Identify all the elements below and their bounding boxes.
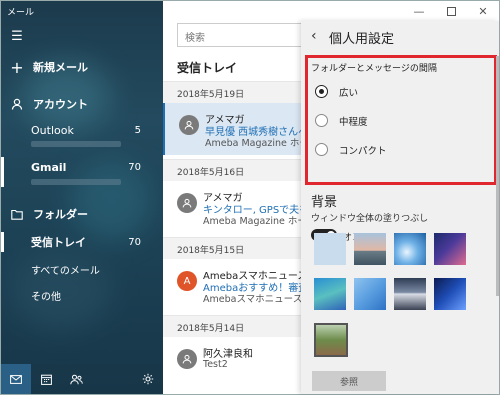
calendar-icon[interactable]	[31, 364, 61, 394]
radio-circle	[315, 114, 328, 127]
account-gmail[interactable]: Gmail 70	[1, 156, 163, 178]
message-item[interactable]: A Amebaスマホニュース Amebaおすすめ！審査済 Amebaスマホニュー…	[163, 259, 309, 311]
search-placeholder: 検索	[185, 33, 205, 44]
account-count: 70	[128, 161, 141, 173]
account-name: Gmail	[31, 160, 67, 174]
message-preview: Ameba Magazine ホームで	[205, 138, 309, 149]
date-header: 2018年5月15日	[163, 237, 309, 259]
background-thumbnail[interactable]	[394, 233, 426, 265]
folders-header[interactable]: フォルダー	[1, 203, 163, 225]
message-list: 検索 受信トレイ 2018年5月19日 アメマガ 早見優 西城秀樹さんへの Am…	[163, 1, 309, 394]
folder-title: 受信トレイ	[177, 61, 238, 75]
personalization-pane: ‹ 個人用設定 フォルダーとメッセージの間隔 広い 中程度 コンパクト 背景 ウ…	[301, 21, 499, 394]
date-header: 2018年5月19日	[163, 81, 309, 103]
folders-label: フォルダー	[33, 208, 88, 221]
accounts-header[interactable]: アカウント	[1, 93, 163, 115]
pane-title: 個人用設定	[329, 32, 395, 47]
plus-icon: +	[10, 57, 24, 77]
search-input[interactable]: 検索	[177, 23, 309, 47]
scrollbar-thumb[interactable]	[496, 56, 499, 296]
background-thumbnail-selected[interactable]	[314, 323, 348, 357]
avatar	[177, 349, 197, 369]
date-header: 2018年5月14日	[163, 315, 309, 337]
account-email-redacted	[31, 141, 121, 147]
folder-name: すべてのメール	[31, 265, 100, 277]
radio-label: コンパクト	[339, 146, 387, 157]
radio-compact[interactable]: コンパクト	[315, 141, 485, 159]
avatar	[179, 115, 199, 135]
folder-inbox[interactable]: 受信トレイ 70	[1, 231, 163, 253]
new-mail-label: 新規メール	[33, 61, 88, 74]
density-title: フォルダーとメッセージの間隔	[311, 64, 437, 74]
background-thumbnail[interactable]	[354, 233, 386, 265]
settings-icon[interactable]	[133, 364, 163, 394]
close-icon[interactable]: ✕	[467, 1, 499, 21]
background-thumbnail[interactable]	[354, 278, 386, 310]
sidebar-bottom-bar	[1, 364, 163, 394]
back-arrow-icon[interactable]: ‹	[311, 28, 317, 44]
menu-button[interactable]: ☰	[1, 25, 163, 47]
background-thumbnail[interactable]	[434, 233, 466, 265]
account-outlook[interactable]: Outlook 5	[1, 119, 163, 141]
minimize-icon[interactable]: —	[403, 1, 435, 21]
background-thumbnail[interactable]	[314, 233, 346, 265]
radio-label: 中程度	[339, 117, 368, 128]
radio-spacious[interactable]: 広い	[315, 83, 485, 101]
title-bar: — ✕	[1, 1, 499, 21]
background-thumbnail[interactable]	[314, 278, 346, 310]
person-icon	[1, 98, 33, 110]
account-count: 5	[134, 124, 141, 136]
message-item[interactable]: アメマガ キンタロー, GPSで夫を検索 Ameba Magazine ホームで	[163, 181, 309, 233]
radio-circle	[315, 143, 328, 156]
account-email-redacted	[31, 179, 121, 185]
background-title: 背景	[311, 195, 338, 210]
radio-label: 広い	[339, 88, 359, 99]
people-icon[interactable]	[61, 364, 91, 394]
account-name: Outlook	[31, 123, 74, 137]
mail-window: メール ☰ + 新規メール アカウント Outlook 5 Gmail 70 フ…	[0, 0, 500, 395]
radio-circle	[315, 85, 328, 98]
message-preview: Amebaスマホニュース すま	[203, 294, 309, 305]
folder-name: 受信トレイ	[31, 236, 86, 249]
folder-icon	[1, 209, 33, 220]
folder-name: その他	[31, 291, 61, 303]
message-preview: Test2	[203, 359, 228, 370]
message-item[interactable]: アメマガ 早見優 西城秀樹さんへの Ameba Magazine ホームで	[163, 103, 309, 155]
date-header: 2018年5月16日	[163, 159, 309, 181]
new-mail-button[interactable]: + 新規メール	[1, 56, 163, 78]
folder-other[interactable]: その他	[1, 284, 163, 306]
mail-icon[interactable]	[1, 364, 31, 394]
maximize-icon[interactable]	[435, 1, 467, 21]
folder-count: 70	[128, 236, 141, 248]
background-thumbnail[interactable]	[434, 278, 466, 310]
background-thumbnail[interactable]	[394, 278, 426, 310]
message-item[interactable]: 阿久津良和 Test2	[163, 337, 309, 389]
fill-window-label: ウィンドウ全体の塗りつぶし	[311, 214, 429, 224]
avatar	[177, 193, 197, 213]
accounts-label: アカウント	[33, 98, 88, 111]
message-sender: 阿久津良和	[203, 349, 253, 360]
hamburger-icon: ☰	[11, 28, 23, 44]
radio-medium[interactable]: 中程度	[315, 112, 485, 130]
message-preview: Ameba Magazine ホームで	[203, 216, 309, 227]
folder-all-mail[interactable]: すべてのメール	[1, 258, 163, 280]
avatar: A	[177, 271, 197, 291]
browse-button[interactable]: 参照	[312, 371, 386, 391]
sidebar: メール ☰ + 新規メール アカウント Outlook 5 Gmail 70 フ…	[1, 1, 163, 394]
